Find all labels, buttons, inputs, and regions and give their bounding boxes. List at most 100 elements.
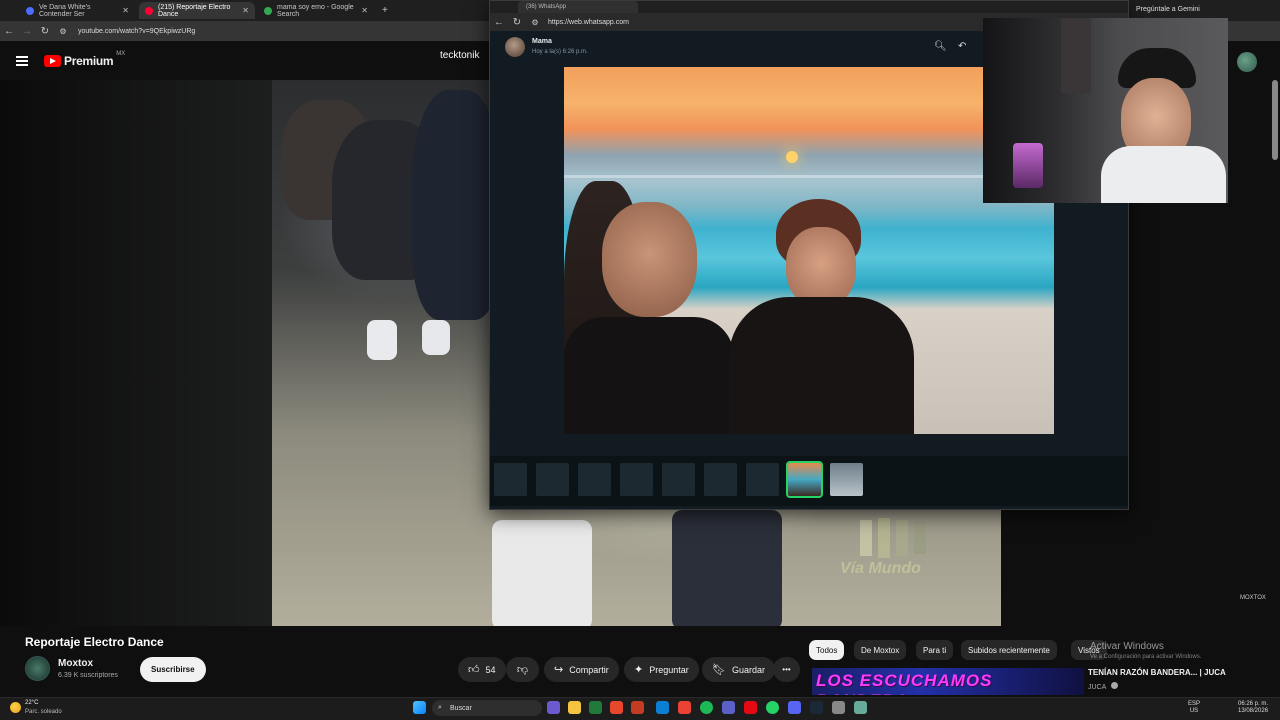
media-thumbnail[interactable] [620, 463, 653, 496]
media-thumbnail[interactable] [578, 463, 611, 496]
media-thumbnail[interactable] [494, 463, 527, 496]
account-avatar[interactable] [1237, 52, 1257, 72]
verified-icon [1110, 682, 1118, 689]
powerpoint-icon[interactable] [631, 701, 644, 714]
media-thumbnail[interactable] [704, 463, 737, 496]
close-icon[interactable]: ✕ [242, 6, 249, 15]
browser-tab[interactable]: mama soy emo - Google Search ✕ [258, 2, 374, 19]
back-icon[interactable]: ← [0, 26, 18, 37]
browser-tab[interactable]: Ve Dana White's Contender Ser ✕ [20, 2, 135, 19]
site-info-icon[interactable]: ⚙ [526, 18, 544, 27]
file-explorer-icon[interactable] [568, 701, 581, 714]
share-button[interactable]: ↪ Compartir [544, 657, 619, 682]
app-icon[interactable] [610, 701, 623, 714]
app-icon[interactable] [832, 701, 845, 714]
person-right-top [729, 297, 914, 434]
media-thumbnail-selected[interactable] [786, 461, 823, 498]
activate-windows-subtitle: Ve a Configuración para activar Windows. [1090, 654, 1202, 660]
logo-word: Premium [64, 54, 114, 68]
taskbar-clock[interactable]: 06:26 p. m. 13/08/2026 [1238, 701, 1268, 715]
subscribe-button[interactable]: Suscribirse [140, 657, 206, 682]
gemini-button[interactable]: Pregúntale a Gemini [1136, 6, 1200, 13]
sparkle-icon: ✦ [634, 664, 644, 676]
channel-avatar[interactable] [25, 656, 50, 681]
excel-icon[interactable] [589, 701, 602, 714]
forward-icon[interactable]: → [18, 26, 36, 37]
steam-icon[interactable] [810, 701, 823, 714]
language-code: ESP [1188, 701, 1201, 707]
channel-name[interactable]: Moxtox [58, 658, 93, 669]
recommended-title[interactable]: TENÍAN RAZÓN BANDERA... | JUCA [1088, 668, 1226, 677]
search-input[interactable]: tecktonik [440, 50, 479, 61]
media-thumbnail[interactable] [746, 463, 779, 496]
shared-photo[interactable] [564, 67, 1054, 434]
clock-time: 06:26 p. m. [1238, 701, 1269, 707]
webcam-overlay [983, 18, 1228, 203]
edge-icon[interactable] [656, 701, 669, 714]
menu-icon[interactable] [16, 56, 28, 66]
chip-for-you[interactable]: Para ti [916, 640, 954, 660]
site-info-icon[interactable]: ⚙ [54, 27, 72, 36]
close-icon[interactable]: ✕ [122, 6, 129, 15]
reload-icon[interactable]: ↻ [508, 17, 526, 28]
copilot-icon[interactable] [547, 701, 560, 714]
activate-windows-title: Activar Windows [1090, 641, 1164, 652]
keyboard-layout: US [1189, 708, 1199, 714]
reload-icon[interactable]: ↻ [36, 26, 54, 37]
url-field[interactable]: youtube.com/watch?v=9QEkpiwzURg [78, 28, 195, 35]
shelf [1061, 18, 1091, 93]
language-indicator[interactable]: ESP US [1188, 701, 1200, 715]
teams-icon[interactable] [722, 701, 735, 714]
discord-icon[interactable] [788, 701, 801, 714]
more-actions-button[interactable]: ••• [773, 657, 800, 682]
windows-start-icon[interactable] [413, 701, 426, 714]
weather-temperature[interactable]: 22°C [25, 700, 38, 706]
like-count: 54 [485, 664, 496, 675]
share-label: Compartir [569, 664, 609, 675]
tab-title: (215) Reportaje Electro Dance [158, 3, 231, 18]
recommended-thumbnail[interactable]: LOS ESCUCHAMOS BANDERA [812, 668, 1084, 695]
region-label: MX [116, 51, 126, 57]
ask-button[interactable]: ✦ Preguntar [624, 657, 699, 682]
chip-from-channel[interactable]: De Moxtox [854, 640, 907, 660]
netflix-icon[interactable] [744, 701, 757, 714]
browser-tab-active[interactable]: (215) Reportaje Electro Dance ✕ [139, 2, 255, 19]
glass-railing [564, 175, 1054, 178]
close-icon[interactable]: ✕ [361, 6, 368, 15]
dislike-button[interactable]: 👎︎ [506, 657, 539, 682]
media-thumbnail[interactable] [662, 463, 695, 496]
watermark-text: Vía Mundo [840, 560, 921, 577]
share-icon: ↪ [554, 664, 564, 676]
whatsapp-tab[interactable]: (36) WhatsApp [518, 1, 638, 13]
back-icon[interactable]: ← [490, 17, 508, 28]
microphone [1013, 143, 1043, 188]
youtube-logo[interactable]: Premium MX [44, 51, 126, 68]
like-button[interactable]: 👍︎ 54 [458, 657, 506, 682]
tab-title: Ve Dana White's Contender Ser [39, 3, 91, 18]
player-letterbox [0, 80, 272, 626]
contact-name[interactable]: Mama [532, 38, 552, 45]
reply-icon[interactable]: ↶ [958, 41, 966, 52]
app-icon[interactable] [854, 701, 867, 714]
recommended-channel[interactable]: JUCA [1088, 682, 1118, 691]
thumbnail-text: LOS ESCUCHAMOS BANDERA [816, 671, 993, 695]
new-tab-button[interactable]: + [376, 2, 392, 19]
recommended-channel-name: JUCA [1088, 684, 1106, 691]
spotify-icon[interactable] [700, 701, 713, 714]
whatsapp-url[interactable]: https://web.whatsapp.com [548, 19, 629, 26]
save-button[interactable]: 🔖︎ Guardar [702, 657, 775, 682]
taskbar-search[interactable]: ⌕ Buscar [432, 700, 542, 716]
contact-avatar[interactable] [505, 37, 525, 57]
media-thumbnail[interactable] [830, 463, 863, 496]
zoom-in-icon[interactable]: 🔍︎ [934, 41, 947, 52]
page-scrollbar[interactable] [1272, 80, 1278, 160]
streamer-shirt [1101, 146, 1226, 203]
media-thumbnail[interactable] [536, 463, 569, 496]
weather-description: Parc. soleado [25, 709, 62, 715]
chrome-icon[interactable] [678, 701, 691, 714]
chip-recently-uploaded[interactable]: Subidos recientemente [961, 640, 1057, 660]
save-label: Guardar [731, 664, 765, 675]
whatsapp-icon[interactable] [766, 701, 779, 714]
sun-icon[interactable] [10, 702, 21, 713]
chip-all[interactable]: Todos [809, 640, 845, 660]
